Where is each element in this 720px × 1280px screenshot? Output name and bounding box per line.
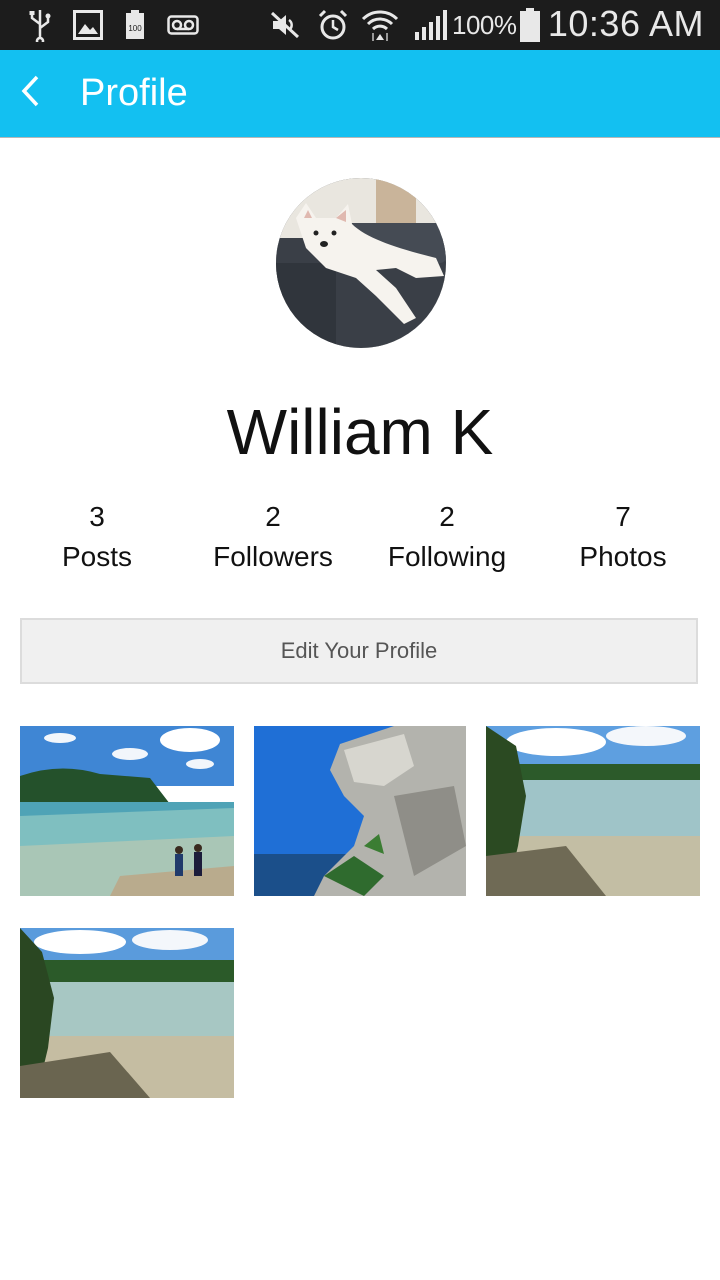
mute-icon	[268, 0, 302, 50]
photo-thumbnail[interactable]	[20, 928, 234, 1098]
battery-icon	[518, 0, 542, 50]
back-button[interactable]	[0, 50, 60, 137]
stat-value: 3	[89, 501, 105, 532]
battery-percent: 100%	[452, 10, 517, 40]
wifi-icon	[360, 0, 400, 50]
stat-value: 2	[439, 501, 455, 532]
app-bar: Profile	[0, 50, 720, 138]
stat-label: Photos	[579, 541, 667, 572]
chevron-left-icon	[19, 74, 41, 113]
photo-thumbnail[interactable]	[486, 726, 700, 896]
stat-value: 7	[615, 501, 631, 532]
image-notification-icon	[72, 0, 104, 50]
alarm-icon	[316, 0, 350, 50]
avatar[interactable]	[276, 178, 446, 348]
status-time: 10:36 AM	[547, 3, 704, 44]
stat-label: Followers	[213, 541, 333, 572]
svg-text:100: 100	[128, 24, 142, 33]
voicemail-icon	[166, 0, 200, 50]
stat-following[interactable]: 2 Following	[359, 500, 535, 574]
signal-icon	[412, 0, 448, 50]
battery-saver-icon: 100	[124, 0, 146, 50]
photo-thumbnail[interactable]	[254, 726, 466, 896]
status-bar: 100 100% 10:36 AM	[0, 0, 720, 50]
page-title: Profile	[80, 72, 188, 114]
profile-name: William K	[226, 396, 494, 468]
usb-icon	[26, 0, 54, 50]
stat-value: 2	[265, 501, 281, 532]
stat-label: Following	[387, 541, 507, 572]
edit-profile-button[interactable]: Edit Your Profile	[20, 618, 698, 684]
stat-followers[interactable]: 2 Followers	[185, 500, 361, 574]
stat-posts[interactable]: 3 Posts	[9, 500, 185, 574]
stat-photos[interactable]: 7 Photos	[535, 500, 711, 574]
stat-label: Posts	[61, 541, 133, 572]
photo-thumbnail[interactable]	[20, 726, 234, 896]
